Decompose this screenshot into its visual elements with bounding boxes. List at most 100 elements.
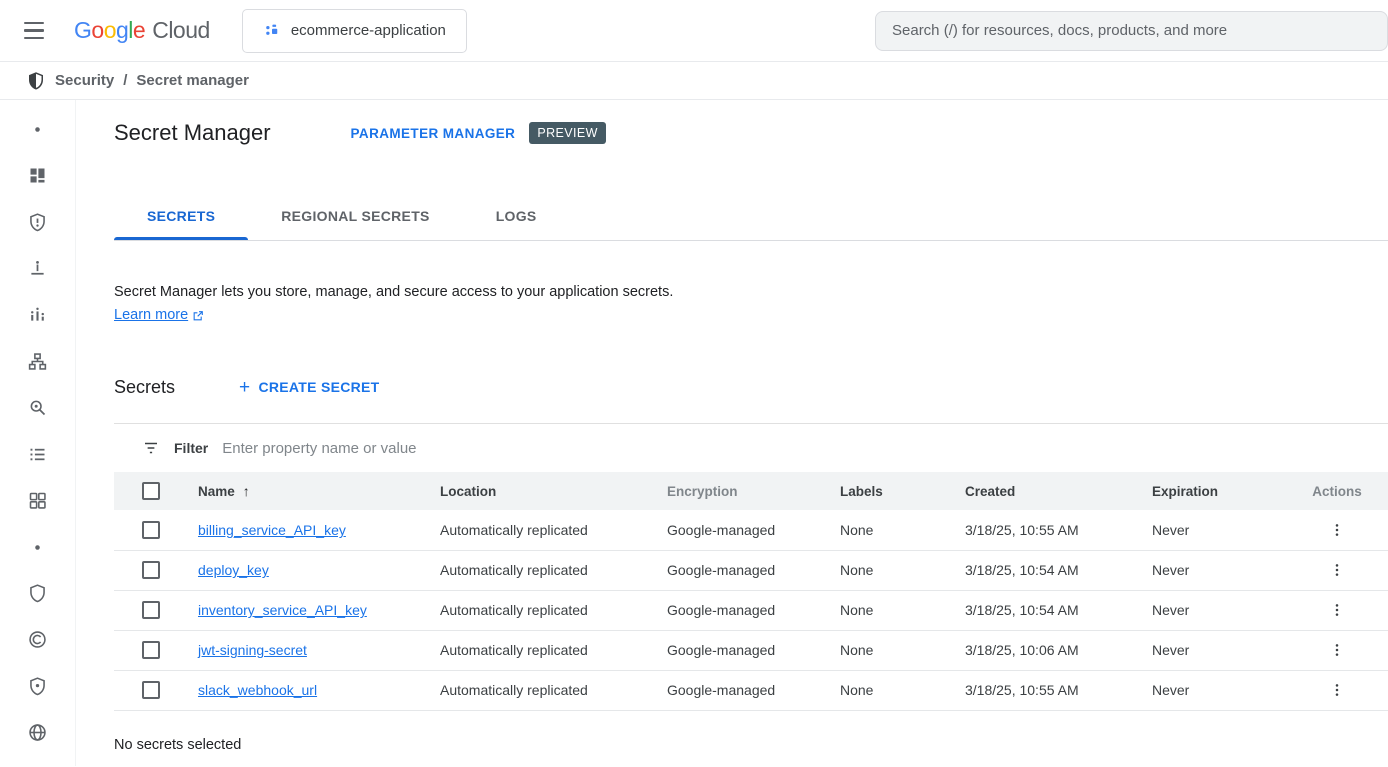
created-cell: 3/18/25, 10:06 AM xyxy=(965,642,1079,658)
table-row: jwt-signing-secretAutomatically replicat… xyxy=(114,630,1388,670)
row-checkbox[interactable] xyxy=(142,601,160,619)
breadcrumb-page: Secret manager xyxy=(136,72,249,89)
created-cell: 3/18/25, 10:55 AM xyxy=(965,682,1079,698)
secrets-table: Name↑ Location Encryption Labels Created… xyxy=(114,472,1388,711)
filter-bar: Filter xyxy=(114,424,1388,472)
security-shield-icon xyxy=(26,71,46,91)
selection-status: No secrets selected xyxy=(114,737,1388,753)
tab-regional-secrets[interactable]: REGIONAL SECRETS xyxy=(248,192,462,240)
column-header-expiration: Expiration xyxy=(1138,472,1286,510)
description-block: Secret Manager lets you store, manage, a… xyxy=(114,281,1388,327)
table-row: inventory_service_API_key Automatically r… xyxy=(114,590,1388,630)
row-checkbox[interactable] xyxy=(142,521,160,539)
plus-icon: + xyxy=(239,378,250,397)
secret-name-link[interactable]: billing_service_API_key xyxy=(198,522,346,538)
menu-icon[interactable] xyxy=(10,7,58,55)
expiration-cell: Never xyxy=(1152,562,1189,578)
row-actions-menu-icon[interactable] xyxy=(1319,679,1355,701)
labels-cell: None xyxy=(840,602,873,618)
filter-input[interactable] xyxy=(222,440,1388,457)
tab-secrets[interactable]: SECRETS xyxy=(114,192,248,240)
labels-cell: None xyxy=(840,562,873,578)
row-checkbox[interactable] xyxy=(142,641,160,659)
secret-name-link[interactable]: slack_webhook_url xyxy=(198,682,317,698)
column-header-actions: Actions xyxy=(1286,472,1388,510)
row-actions-menu-icon[interactable] xyxy=(1319,639,1355,661)
tab-bar: SECRETS REGIONAL SECRETS LOGS xyxy=(114,192,1388,241)
security-nav-sidebar xyxy=(0,100,76,766)
parameter-manager-link[interactable]: PARAMETER MANAGER xyxy=(351,126,516,141)
table-header-row: Name↑ Location Encryption Labels Created… xyxy=(114,472,1388,510)
expiration-cell: Never xyxy=(1152,602,1189,618)
table-row: billing_service_API_key Automatically rep… xyxy=(114,510,1388,550)
breadcrumb-security[interactable]: Security xyxy=(55,72,114,89)
encryption-cell: Google-managed xyxy=(667,642,775,658)
google-cloud-logo: Google Cloud xyxy=(74,17,210,44)
filter-label: Filter xyxy=(174,440,208,456)
expiration-cell: Never xyxy=(1152,642,1189,658)
search-gear-icon[interactable] xyxy=(18,395,58,421)
shield-icon[interactable] xyxy=(18,580,58,606)
secrets-table-body: billing_service_API_key Automatically rep… xyxy=(114,510,1388,710)
project-name: ecommerce-application xyxy=(291,22,446,39)
created-cell: 3/18/25, 10:55 AM xyxy=(965,522,1079,538)
row-actions-menu-icon[interactable] xyxy=(1319,559,1355,581)
row-checkbox[interactable] xyxy=(142,681,160,699)
created-cell: 3/18/25, 10:54 AM xyxy=(965,562,1079,578)
location-cell: Automatically replicated xyxy=(440,602,588,618)
expiration-cell: Never xyxy=(1152,682,1189,698)
project-icon xyxy=(263,22,281,40)
tab-logs[interactable]: LOGS xyxy=(463,192,570,240)
compliance-icon[interactable] xyxy=(18,627,58,653)
create-secret-button[interactable]: + CREATE SECRET xyxy=(239,378,380,397)
column-header-encryption: Encryption xyxy=(653,472,826,510)
secrets-heading: Secrets xyxy=(114,377,175,398)
google-logo-word: Google xyxy=(74,17,145,44)
labels-cell: None xyxy=(840,522,873,538)
project-selector[interactable]: ecommerce-application xyxy=(242,9,467,53)
learn-more-link[interactable]: Learn more xyxy=(114,304,205,327)
secret-name-link[interactable]: inventory_service_API_key xyxy=(198,602,367,618)
filter-icon xyxy=(142,439,160,457)
dot-icon[interactable] xyxy=(18,116,58,142)
chart-icon[interactable] xyxy=(18,302,58,328)
secret-name-link[interactable]: jwt-signing-secret xyxy=(198,642,307,658)
created-cell: 3/18/25, 10:54 AM xyxy=(965,602,1079,618)
encryption-cell: Google-managed xyxy=(667,602,775,618)
globe-icon[interactable] xyxy=(18,719,58,745)
table-row: deploy_key Automatically replicated Google… xyxy=(114,550,1388,590)
top-bar: Google Cloud ecommerce-application xyxy=(0,0,1388,62)
list-icon[interactable] xyxy=(18,441,58,467)
shield-alert-icon[interactable] xyxy=(18,209,58,235)
encryption-cell: Google-managed xyxy=(667,562,775,578)
search-input[interactable] xyxy=(892,22,1371,39)
main-content: Secret Manager PARAMETER MANAGER PREVIEW… xyxy=(76,100,1388,766)
sink-icon[interactable] xyxy=(18,255,58,281)
select-all-checkbox[interactable] xyxy=(142,482,160,500)
hierarchy-icon[interactable] xyxy=(18,348,58,374)
dot-icon[interactable] xyxy=(18,534,58,560)
breadcrumb: Security / Secret manager xyxy=(0,62,1388,100)
description-text: Secret Manager lets you store, manage, a… xyxy=(114,281,1388,304)
row-checkbox[interactable] xyxy=(142,561,160,579)
column-header-location: Location xyxy=(426,472,653,510)
column-header-labels: Labels xyxy=(826,472,951,510)
column-header-created: Created xyxy=(951,472,1138,510)
sort-ascending-icon: ↑ xyxy=(243,483,250,499)
external-link-icon xyxy=(192,309,205,322)
row-actions-menu-icon[interactable] xyxy=(1319,519,1355,541)
dashboard-icon[interactable] xyxy=(18,162,58,188)
secret-name-link[interactable]: deploy_key xyxy=(198,562,269,578)
expiration-cell: Never xyxy=(1152,522,1189,538)
column-header-name[interactable]: Name↑ xyxy=(184,472,426,510)
location-cell: Automatically replicated xyxy=(440,682,588,698)
table-row: slack_webhook_url Automatically replicate… xyxy=(114,670,1388,710)
page-title: Secret Manager xyxy=(114,120,271,146)
location-cell: Automatically replicated xyxy=(440,522,588,538)
row-actions-menu-icon[interactable] xyxy=(1319,599,1355,621)
labels-cell: None xyxy=(840,682,873,698)
apps-grid-icon[interactable] xyxy=(18,487,58,513)
shield-dot-icon[interactable] xyxy=(18,673,58,699)
cloud-logo-word: Cloud xyxy=(152,17,210,44)
location-cell: Automatically replicated xyxy=(440,562,588,578)
